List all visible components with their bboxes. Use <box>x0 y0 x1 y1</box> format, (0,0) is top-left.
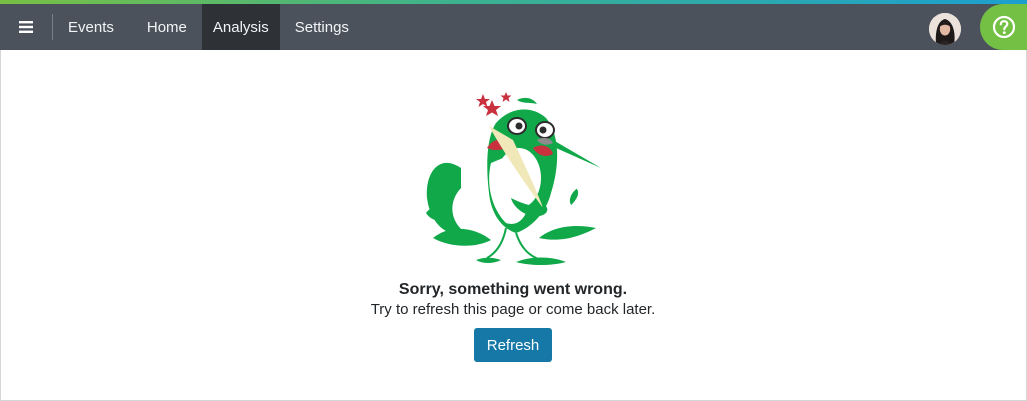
tab-events-label: Events <box>68 18 114 36</box>
menu-button[interactable] <box>0 4 52 50</box>
tab-home[interactable]: Home <box>132 4 202 50</box>
tab-events[interactable]: Events <box>53 4 132 50</box>
refresh-button[interactable]: Refresh <box>474 328 552 362</box>
help-button[interactable] <box>980 4 1027 50</box>
avatar-portrait-icon <box>929 13 961 45</box>
tab-analysis-label: Analysis <box>212 18 269 36</box>
hamburger-icon <box>19 21 33 33</box>
error-message: Try to refresh this page or come back la… <box>370 301 656 318</box>
dizzy-hummingbird-illustration <box>426 92 601 265</box>
main-content: Sorry, something went wrong. Try to refr… <box>0 50 1027 401</box>
question-mark-icon <box>992 15 1015 39</box>
error-title: Sorry, something went wrong. <box>398 281 628 298</box>
tab-home-label: Home <box>146 18 187 36</box>
tab-analysis[interactable]: Analysis <box>201 4 280 50</box>
tab-settings[interactable]: Settings <box>280 4 364 50</box>
dizzy-stars <box>476 92 512 116</box>
tab-settings-label: Settings <box>294 18 349 36</box>
user-avatar[interactable] <box>929 13 961 45</box>
top-navbar: Events Home Analysis Settings <box>0 4 1027 50</box>
